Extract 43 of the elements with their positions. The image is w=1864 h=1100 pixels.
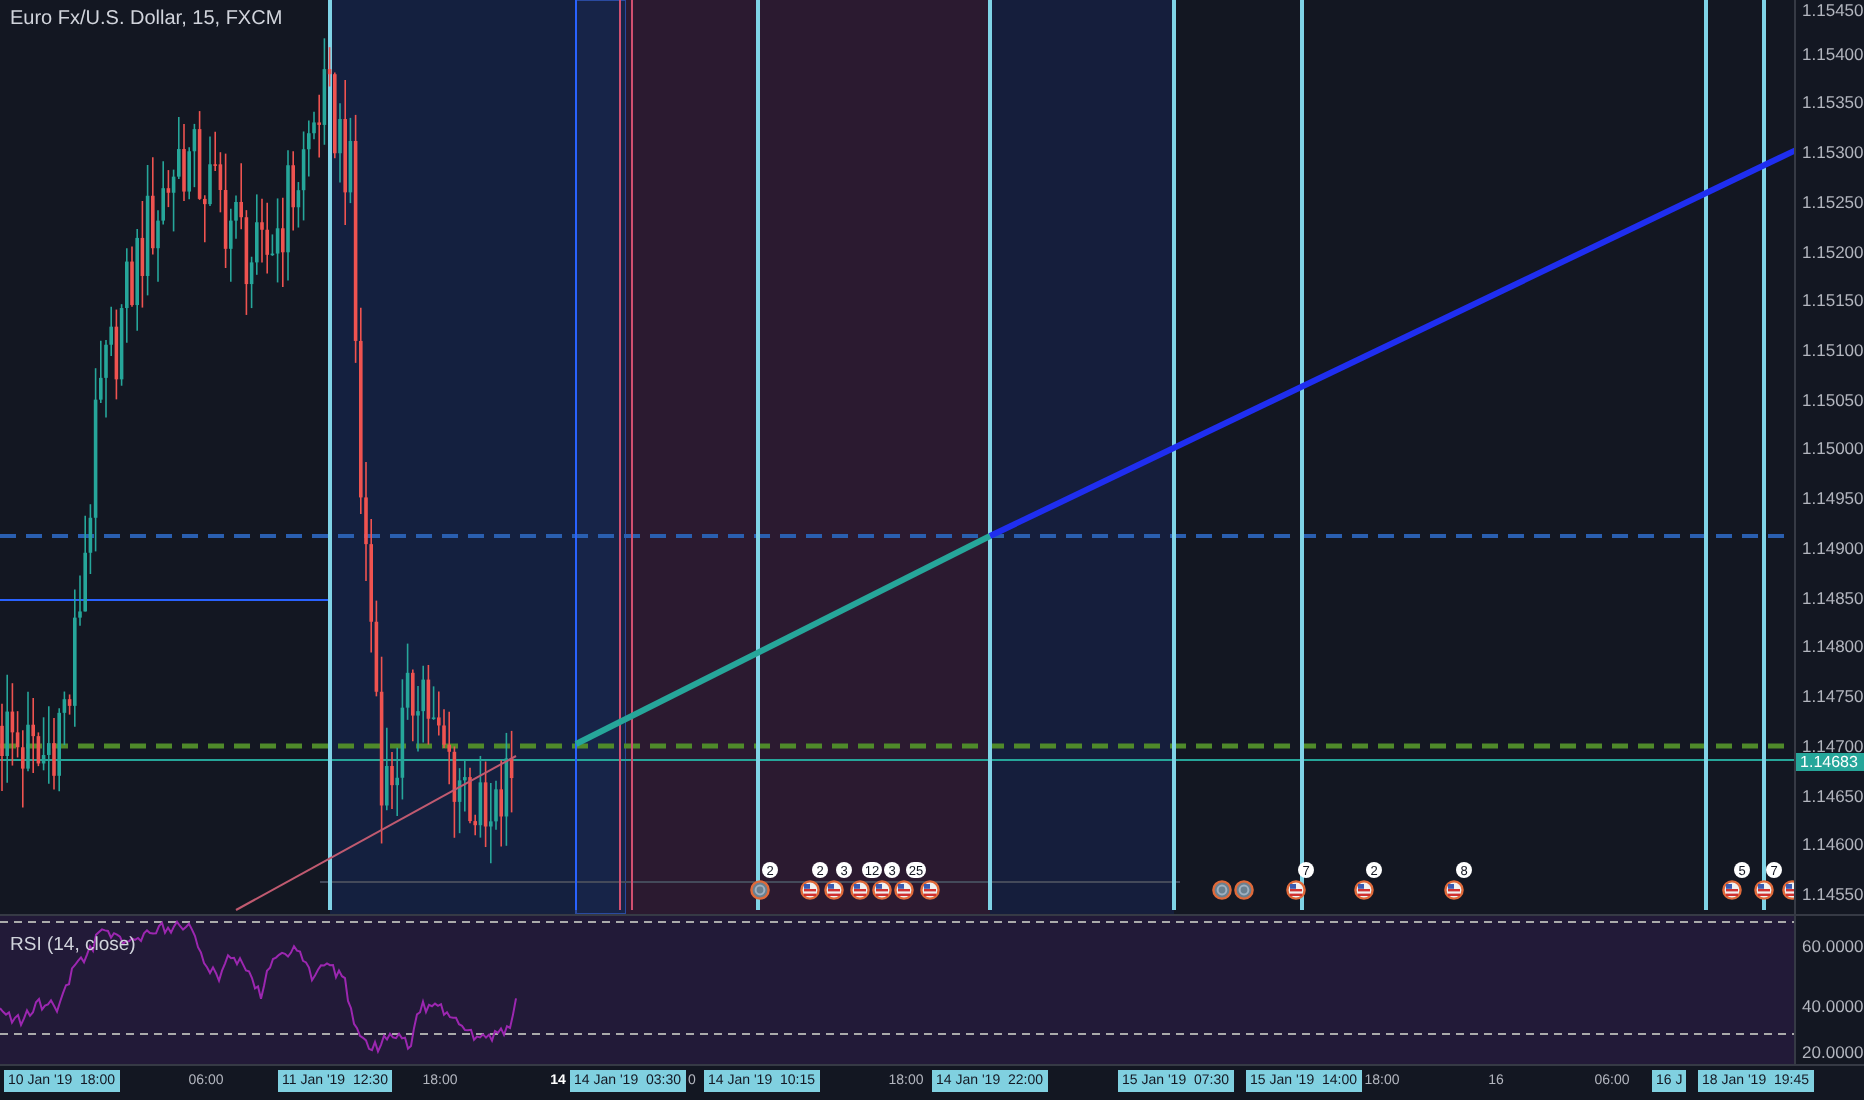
rsi-label: 20.0000 [1802, 1042, 1864, 1062]
price-label: 1.15200 [1802, 241, 1864, 262]
flag-icon[interactable] [1754, 880, 1774, 900]
price-label: 1.15150 [1802, 290, 1864, 311]
price-label: 1.15100 [1802, 340, 1864, 361]
horizontal-line[interactable] [319, 881, 1181, 883]
price-label: 1.15450 [1802, 0, 1864, 20]
price-label: 1.15250 [1802, 191, 1864, 212]
price-label: 1.14700 [1802, 735, 1864, 756]
current-price-tag: 1.14683 [1796, 753, 1864, 771]
rsi-axis[interactable]: 60.0000 40.0000 20.0000 [1794, 916, 1864, 1065]
flag-icon[interactable] [1444, 880, 1464, 900]
flag-icon[interactable] [894, 880, 914, 900]
price-label: 1.14750 [1802, 686, 1864, 707]
rsi-label: 60.0000 [1802, 936, 1864, 956]
price-label: 1.15000 [1802, 438, 1864, 459]
chart-title: Euro Fx/U.S. Dollar, 15, FXCM [10, 8, 283, 30]
flag-icon[interactable] [1722, 880, 1742, 900]
globe-icon[interactable] [750, 880, 770, 900]
flag-icon[interactable] [850, 880, 870, 900]
price-label: 1.14850 [1802, 587, 1864, 608]
price-label: 1.14550 [1802, 883, 1864, 904]
price-label: 1.14600 [1802, 834, 1864, 855]
flag-icon[interactable] [824, 880, 844, 900]
price-label: 1.14800 [1802, 636, 1864, 657]
flag-icon[interactable] [1354, 880, 1374, 900]
rsi-label: 40.0000 [1802, 996, 1864, 1016]
trend-line[interactable] [988, 147, 1795, 539]
price-label: 1.14950 [1802, 488, 1864, 509]
price-axis[interactable]: 1.15450 1.15400 1.15350 1.15300 1.15250 1.15200 1.15150 1.15100 1.15050 1.15000 1.14950 1.14900 1.14850 1.14800 1.14750 1.14700 1.14650 1.14600 1.14550 1.14683 [1794, 0, 1864, 914]
flag-icon[interactable] [1286, 880, 1306, 900]
price-label: 1.15300 [1802, 142, 1864, 163]
price-label: 1.15050 [1802, 389, 1864, 410]
trend-line[interactable] [235, 755, 517, 911]
flag-icon[interactable] [872, 880, 892, 900]
price-label: 1.15400 [1802, 43, 1864, 64]
trend-line[interactable] [574, 533, 992, 747]
price-label: 1.14900 [1802, 537, 1864, 558]
flag-icon[interactable] [1782, 880, 1795, 900]
flag-icon[interactable] [920, 880, 940, 900]
price-label: 1.14650 [1802, 785, 1864, 806]
flag-icon[interactable] [800, 880, 820, 900]
price-label: 1.15350 [1802, 92, 1864, 113]
